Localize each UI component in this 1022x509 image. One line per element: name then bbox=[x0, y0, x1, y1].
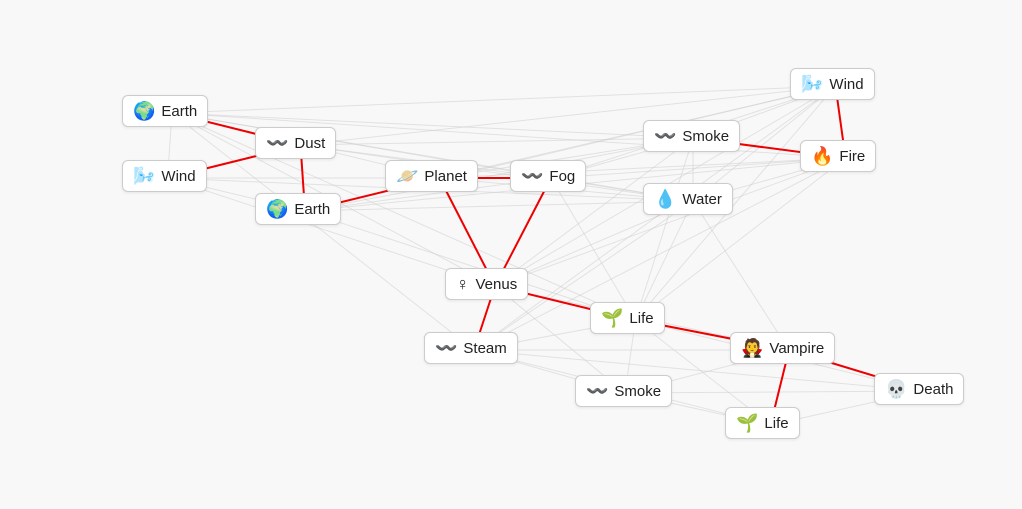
node-emoji-life1: 🌱 bbox=[601, 309, 623, 327]
node-label-earth1: Earth bbox=[161, 103, 197, 120]
node-smoke1[interactable]: 〰️ Smoke bbox=[643, 120, 740, 152]
node-label-planet: Planet bbox=[424, 168, 467, 185]
node-label-dust: Dust bbox=[294, 135, 325, 152]
node-label-death: Death bbox=[913, 381, 953, 398]
node-fire[interactable]: 🔥 Fire bbox=[800, 140, 876, 172]
node-emoji-earth1: 🌍 bbox=[133, 102, 155, 120]
node-earth2[interactable]: 🌍 Earth bbox=[255, 193, 341, 225]
node-wind1[interactable]: 🌬️ Wind bbox=[122, 160, 207, 192]
node-fog[interactable]: 〰️ Fog bbox=[510, 160, 586, 192]
node-emoji-wind2: 🌬️ bbox=[801, 75, 823, 93]
node-emoji-water: 💧 bbox=[654, 190, 676, 208]
node-label-vampire: Vampire bbox=[769, 340, 824, 357]
node-death[interactable]: 💀 Death bbox=[874, 373, 964, 405]
node-emoji-planet: 🪐 bbox=[396, 167, 418, 185]
node-emoji-earth2: 🌍 bbox=[266, 200, 288, 218]
node-emoji-life2: 🌱 bbox=[736, 414, 758, 432]
node-emoji-smoke2: 〰️ bbox=[586, 382, 608, 400]
node-life1[interactable]: 🌱 Life bbox=[590, 302, 665, 334]
node-emoji-steam: 〰️ bbox=[435, 339, 457, 357]
node-label-earth2: Earth bbox=[294, 201, 330, 218]
node-label-water: Water bbox=[682, 191, 721, 208]
node-label-fire: Fire bbox=[839, 148, 865, 165]
node-water[interactable]: 💧 Water bbox=[643, 183, 733, 215]
node-label-fog: Fog bbox=[549, 168, 575, 185]
node-label-life1: Life bbox=[629, 310, 653, 327]
node-emoji-venus: ♀ bbox=[456, 275, 470, 293]
node-earth1[interactable]: 🌍 Earth bbox=[122, 95, 208, 127]
node-label-smoke2: Smoke bbox=[614, 383, 661, 400]
node-emoji-vampire: 🧛 bbox=[741, 339, 763, 357]
node-steam[interactable]: 〰️ Steam bbox=[424, 332, 518, 364]
node-label-wind2: Wind bbox=[829, 76, 863, 93]
node-label-steam: Steam bbox=[463, 340, 506, 357]
node-emoji-fire: 🔥 bbox=[811, 147, 833, 165]
node-wind2[interactable]: 🌬️ Wind bbox=[790, 68, 875, 100]
node-dust[interactable]: 〰️ Dust bbox=[255, 127, 336, 159]
node-label-life2: Life bbox=[764, 415, 788, 432]
node-emoji-death: 💀 bbox=[885, 380, 907, 398]
node-label-wind1: Wind bbox=[161, 168, 195, 185]
node-vampire[interactable]: 🧛 Vampire bbox=[730, 332, 835, 364]
node-emoji-dust: 〰️ bbox=[266, 134, 288, 152]
node-venus[interactable]: ♀ Venus bbox=[445, 268, 528, 300]
node-emoji-smoke1: 〰️ bbox=[654, 127, 676, 145]
node-label-venus: Venus bbox=[476, 276, 518, 293]
node-emoji-wind1: 🌬️ bbox=[133, 167, 155, 185]
node-label-smoke1: Smoke bbox=[682, 128, 729, 145]
node-planet[interactable]: 🪐 Planet bbox=[385, 160, 478, 192]
node-emoji-fog: 〰️ bbox=[521, 167, 543, 185]
node-smoke2[interactable]: 〰️ Smoke bbox=[575, 375, 672, 407]
node-life2[interactable]: 🌱 Life bbox=[725, 407, 800, 439]
